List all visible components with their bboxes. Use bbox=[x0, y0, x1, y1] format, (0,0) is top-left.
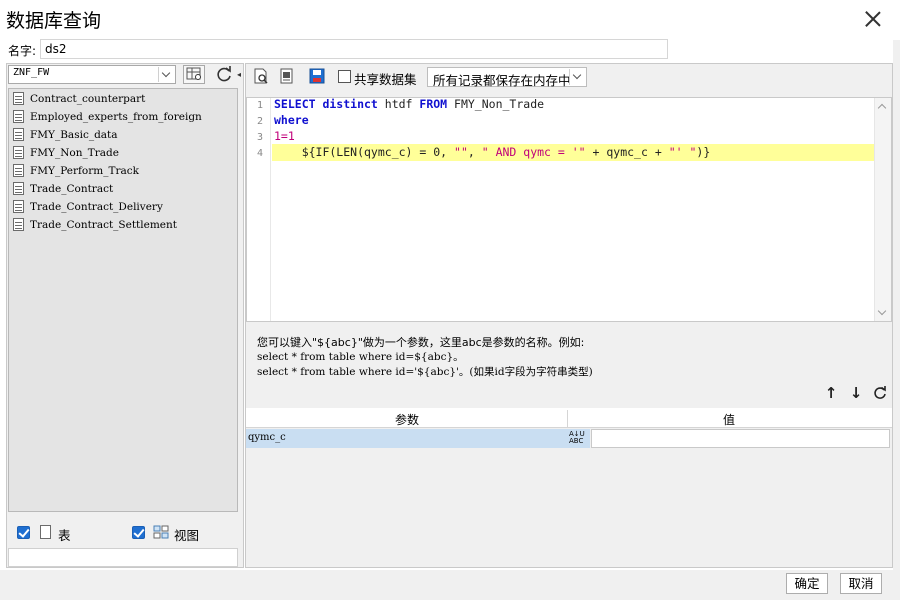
show-table-label: 表 bbox=[58, 528, 71, 543]
table-icon bbox=[13, 200, 24, 213]
table-row[interactable] bbox=[246, 429, 568, 448]
code-token: "' " bbox=[668, 145, 697, 159]
param-value-input[interactable] bbox=[591, 429, 890, 448]
code-token: 1=1 bbox=[274, 129, 295, 143]
code-line: ${IF(LEN(qymc_c) = 0, "", " AND qymc = '… bbox=[274, 145, 711, 159]
table-name: FMY_Perform_Track bbox=[30, 164, 140, 177]
list-item[interactable]: Contract_counterpart bbox=[13, 90, 233, 107]
show-table-checkbox[interactable] bbox=[17, 526, 30, 539]
chevron-down-icon[interactable] bbox=[569, 69, 585, 85]
list-item[interactable]: Employed_experts_from_foreign bbox=[13, 108, 233, 125]
collapse-left-icon[interactable]: ◂ bbox=[237, 70, 245, 80]
list-item[interactable]: FMY_Non_Trade bbox=[13, 144, 233, 161]
document-icon[interactable] bbox=[278, 67, 298, 87]
line-number: 3 bbox=[256, 132, 263, 143]
code-line: SELECT distinct htdf FROM FMY_Non_Trade bbox=[274, 97, 544, 111]
param-type-icon[interactable]: A↓U ABC bbox=[568, 429, 590, 448]
list-item[interactable]: Trade_Contract bbox=[13, 180, 233, 197]
table-icon bbox=[13, 128, 24, 141]
move-down-icon[interactable]: ↓ bbox=[848, 385, 864, 401]
code-line: where bbox=[274, 113, 309, 127]
table-name: Trade_Contract_Settlement bbox=[30, 218, 178, 231]
param-hint-line: 您可以键入"${abc}"做为一个参数，这里abc是参数的名称。例如: bbox=[257, 336, 585, 349]
code-token: "" bbox=[454, 145, 468, 159]
table-icon bbox=[13, 110, 24, 123]
code-token: ${IF(LEN(qymc_c) = 0, bbox=[274, 145, 455, 159]
table-icon bbox=[13, 146, 24, 159]
refresh-icon[interactable] bbox=[213, 64, 235, 84]
table-name: FMY_Non_Trade bbox=[30, 146, 119, 159]
show-view-checkbox[interactable] bbox=[132, 526, 145, 539]
memory-mode-select[interactable]: 所有记录都保存在内存中 bbox=[427, 67, 587, 88]
line-number-gutter: 1 2 3 4 bbox=[247, 98, 271, 321]
code-token: + qymc_c + bbox=[585, 145, 669, 159]
line-number: 2 bbox=[256, 116, 263, 127]
table-search-icon bbox=[186, 67, 201, 80]
sql-editor[interactable] bbox=[246, 97, 892, 322]
shared-dataset-label: 共享数据集 bbox=[354, 72, 417, 87]
cancel-button[interactable]: 取消 bbox=[840, 573, 882, 594]
code-token: , bbox=[467, 145, 482, 159]
move-up-icon[interactable]: ↑ bbox=[823, 385, 839, 401]
table-icon bbox=[13, 182, 24, 195]
view-icon bbox=[153, 525, 170, 540]
close-icon[interactable] bbox=[860, 6, 886, 32]
list-item[interactable]: Trade_Contract_Delivery bbox=[13, 198, 233, 215]
param-name: qymc_c bbox=[248, 432, 286, 443]
code-token: htdf bbox=[377, 97, 420, 111]
param-hint-example: select * from table where id=${abc}。 bbox=[257, 351, 464, 363]
column-header-param: 参数 bbox=[394, 413, 419, 427]
chevron-down-icon[interactable] bbox=[158, 67, 173, 82]
code-token: SELECT distinct bbox=[274, 97, 378, 111]
code-line: 1=1 bbox=[274, 129, 295, 143]
table-name: FMY_Basic_data bbox=[30, 128, 118, 141]
query-database-button[interactable] bbox=[183, 65, 205, 84]
table-list: Contract_counterpart Employed_experts_fr… bbox=[8, 88, 238, 512]
table-name: Trade_Contract bbox=[30, 182, 114, 195]
refresh-icon[interactable] bbox=[872, 385, 888, 401]
line-number: 4 bbox=[256, 148, 263, 159]
list-item[interactable]: Trade_Contract_Settlement bbox=[13, 216, 233, 233]
database-select-value: ZNF_FW bbox=[13, 67, 50, 78]
line-number: 1 bbox=[256, 100, 263, 111]
table-name: Employed_experts_from_foreign bbox=[30, 110, 202, 123]
column-header-value: 值 bbox=[722, 413, 735, 427]
table-icon bbox=[40, 525, 51, 539]
database-select[interactable]: ZNF_FW bbox=[8, 65, 176, 84]
list-item[interactable]: FMY_Basic_data bbox=[13, 126, 233, 143]
table-name: Contract_counterpart bbox=[30, 92, 146, 105]
scroll-up-icon[interactable] bbox=[874, 100, 891, 114]
code-token: )} bbox=[696, 145, 711, 159]
window-edge bbox=[893, 40, 900, 570]
code-token: where bbox=[274, 113, 309, 127]
name-label: 名字: bbox=[8, 44, 37, 58]
list-item[interactable]: FMY_Perform_Track bbox=[13, 162, 233, 179]
code-token: " AND qymc = '" bbox=[481, 145, 586, 159]
code-token: FMY_Non_Trade bbox=[447, 97, 545, 111]
save-icon[interactable] bbox=[308, 67, 328, 87]
scroll-down-icon[interactable] bbox=[874, 306, 891, 320]
table-icon bbox=[13, 164, 24, 177]
window-title: 数据库查询 bbox=[6, 10, 102, 32]
table-icon bbox=[13, 92, 24, 105]
table-icon bbox=[13, 218, 24, 231]
ok-button[interactable]: 确定 bbox=[786, 573, 828, 594]
table-name: Trade_Contract_Delivery bbox=[30, 200, 163, 213]
table-filter-input[interactable] bbox=[8, 548, 238, 567]
title-bar bbox=[0, 0, 900, 38]
preview-icon[interactable] bbox=[252, 67, 272, 87]
code-token: FROM bbox=[419, 97, 448, 111]
dialog-footer bbox=[0, 570, 900, 600]
show-view-label: 视图 bbox=[174, 528, 200, 543]
param-hint-example: select * from table where id='${abc}'。(如… bbox=[257, 366, 593, 378]
shared-dataset-checkbox[interactable] bbox=[338, 70, 351, 83]
name-input[interactable]: ds2 bbox=[40, 39, 668, 59]
editor-scrollbar[interactable] bbox=[874, 98, 891, 321]
memory-mode-value: 所有记录都保存在内存中 bbox=[433, 73, 571, 88]
